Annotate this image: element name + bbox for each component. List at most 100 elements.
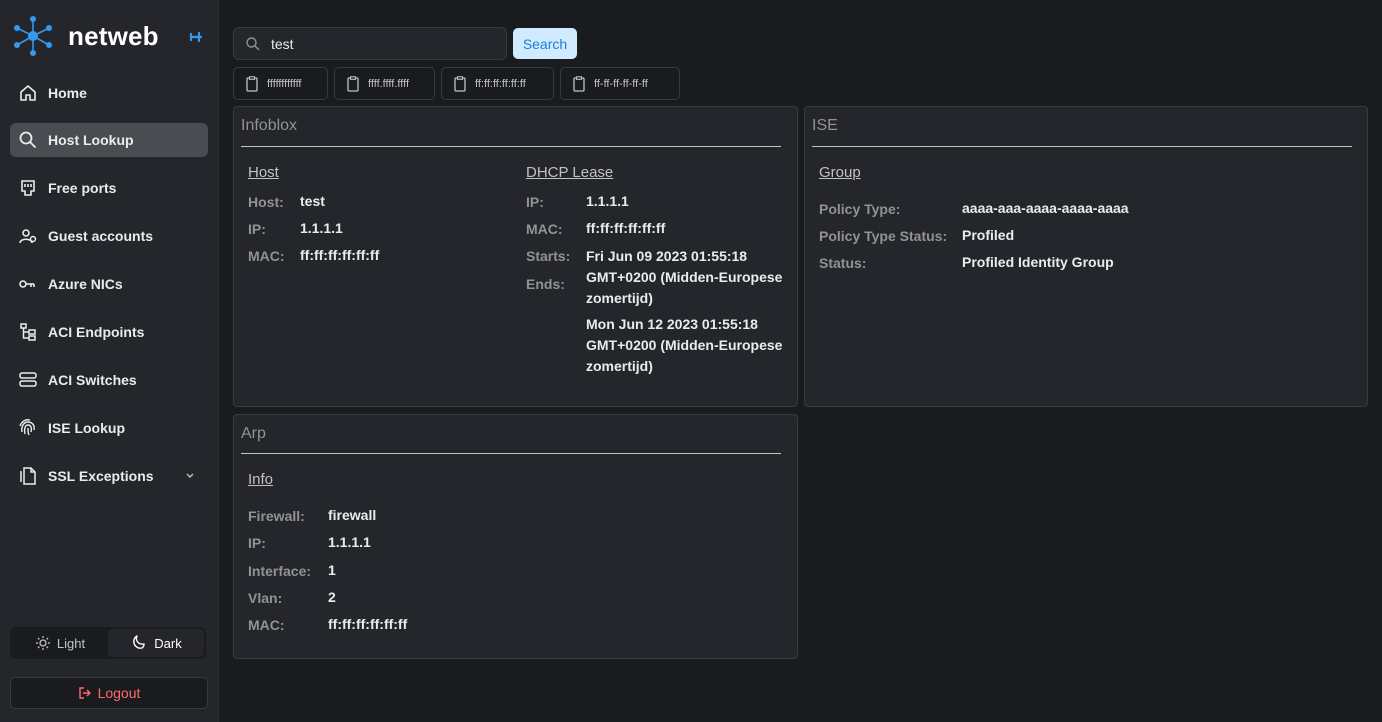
chip-label: ffff.ffff.ffff bbox=[368, 77, 409, 90]
section-title-info: Info bbox=[248, 471, 274, 488]
clipboard-icon bbox=[246, 75, 258, 92]
section-title-host: Host bbox=[248, 164, 279, 181]
host-value: test bbox=[300, 193, 325, 209]
arp-ip-value: 1.1.1.1 bbox=[328, 534, 371, 550]
chip-label: ffffffffffff bbox=[267, 77, 302, 90]
ise-card: ISE Group Policy Type: aaaa-aaa-aaaa-aaa… bbox=[804, 106, 1368, 407]
section-title-dhcp-lease: DHCP Lease bbox=[526, 164, 614, 181]
host-label: Host: bbox=[248, 194, 284, 210]
policy-status-value: Profiled bbox=[962, 227, 1015, 243]
theme-dark-label: Dark bbox=[154, 635, 182, 651]
copy-format-chip[interactable]: ffff.ffff.ffff bbox=[334, 67, 435, 100]
section-title-group: Group bbox=[819, 164, 861, 181]
logout-label: Logout bbox=[97, 685, 141, 701]
nav-label: Guest accounts bbox=[48, 228, 154, 244]
users-icon bbox=[17, 225, 39, 247]
vlan-value: 2 bbox=[328, 589, 336, 605]
firewall-label: Firewall: bbox=[248, 508, 305, 524]
clipboard-icon bbox=[454, 75, 466, 92]
nav-label: SSL Exceptions bbox=[48, 468, 154, 484]
nav-item-ssl-exceptions[interactable]: SSL Exceptions bbox=[10, 459, 208, 493]
server-icon bbox=[17, 369, 39, 391]
dhcp-ends-label: Ends: bbox=[526, 276, 565, 292]
card-title: Infoblox bbox=[241, 117, 298, 134]
copy-format-chip[interactable]: ffffffffffff bbox=[233, 67, 328, 100]
search-icon bbox=[17, 129, 39, 151]
search-button[interactable]: Search bbox=[513, 28, 577, 59]
chevron-down-icon[interactable] bbox=[184, 468, 196, 484]
arp-mac-label: MAC: bbox=[248, 617, 285, 633]
hierarchy-icon bbox=[17, 321, 39, 343]
nav-item-home[interactable]: Home bbox=[10, 76, 208, 110]
mac-value: ff:ff:ff:ff:ff:ff bbox=[300, 247, 380, 263]
copy-format-chip[interactable]: ff-ff-ff-ff-ff-ff bbox=[560, 67, 680, 100]
arp-mac-value: ff:ff:ff:ff:ff:ff bbox=[328, 616, 408, 632]
moon-icon bbox=[133, 635, 145, 649]
divider bbox=[241, 146, 781, 147]
dhcp-ip-label: IP: bbox=[526, 194, 544, 210]
logo[interactable]: netweb bbox=[12, 15, 159, 57]
policy-status-label: Policy Type Status: bbox=[819, 228, 948, 244]
nav-item-free-ports[interactable]: Free ports bbox=[10, 171, 208, 205]
nav-item-ise-lookup[interactable]: ISE Lookup bbox=[10, 411, 208, 445]
clipboard-icon bbox=[347, 75, 359, 92]
dhcp-mac-label: MAC: bbox=[526, 221, 563, 237]
logout-icon bbox=[78, 687, 91, 699]
document-icon bbox=[17, 465, 39, 487]
search-input[interactable] bbox=[271, 35, 491, 52]
clipboard-icon bbox=[573, 75, 585, 92]
policy-type-label: Policy Type: bbox=[819, 201, 901, 217]
dhcp-starts-label: Starts: bbox=[526, 248, 571, 264]
chip-label: ff:ff:ff:ff:ff:ff bbox=[475, 77, 526, 90]
sun-icon bbox=[35, 636, 50, 650]
home-icon bbox=[17, 82, 39, 104]
card-title: Arp bbox=[241, 425, 266, 442]
status-value: Profiled Identity Group bbox=[962, 254, 1114, 270]
nav-label: Home bbox=[48, 85, 87, 101]
divider bbox=[812, 146, 1352, 147]
theme-light-button[interactable]: Light bbox=[12, 629, 108, 657]
policy-type-value: aaaa-aaa-aaaa-aaaa-aaaa bbox=[962, 200, 1129, 216]
arp-ip-label: IP: bbox=[248, 535, 266, 551]
nav-label: Azure NICs bbox=[48, 276, 123, 292]
chip-label: ff-ff-ff-ff-ff-ff bbox=[594, 77, 648, 90]
theme-light-label: Light bbox=[56, 635, 86, 651]
nav-label: Host Lookup bbox=[48, 132, 134, 148]
infoblox-card: Infoblox Host Host: test IP: 1.1.1.1 MAC… bbox=[233, 106, 798, 407]
nav-item-azure-nics[interactable]: Azure NICs bbox=[10, 267, 208, 301]
divider bbox=[241, 453, 781, 454]
vlan-label: Vlan: bbox=[248, 590, 283, 606]
arp-card: Arp Info Firewall: firewall IP: 1.1.1.1 … bbox=[233, 414, 798, 659]
ip-label: IP: bbox=[248, 221, 266, 237]
mac-label: MAC: bbox=[248, 248, 285, 264]
port-icon bbox=[17, 177, 39, 199]
copy-format-chip[interactable]: ff:ff:ff:ff:ff:ff bbox=[441, 67, 554, 100]
nav-label: Free ports bbox=[48, 180, 117, 196]
app-name: netweb bbox=[68, 20, 159, 51]
fingerprint-icon bbox=[17, 417, 39, 439]
ip-value: 1.1.1.1 bbox=[300, 220, 343, 236]
nav-item-host-lookup[interactable]: Host Lookup bbox=[10, 123, 208, 157]
nav-item-aci-endpoints[interactable]: ACI Endpoints bbox=[10, 315, 208, 349]
search-field[interactable] bbox=[233, 27, 507, 60]
nav-label: ISE Lookup bbox=[48, 420, 125, 436]
network-logo-icon bbox=[14, 16, 52, 56]
nav-label: ACI Endpoints bbox=[48, 324, 145, 340]
interface-label: Interface: bbox=[248, 563, 312, 579]
dhcp-ip-value: 1.1.1.1 bbox=[586, 193, 629, 209]
card-title: ISE bbox=[812, 117, 838, 134]
dhcp-starts-value: Fri Jun 09 2023 01:55:18 GMT+0200 (Midde… bbox=[586, 248, 783, 306]
nav-label: ACI Switches bbox=[48, 372, 137, 388]
nic-icon bbox=[17, 273, 39, 295]
interface-value: 1 bbox=[328, 562, 336, 578]
logout-button[interactable]: Logout bbox=[10, 677, 208, 709]
sidebar: netweb Home Host Lookup Free ports Guest… bbox=[0, 0, 219, 722]
nav-item-guest-accounts[interactable]: Guest accounts bbox=[10, 219, 208, 253]
pin-icon[interactable] bbox=[187, 28, 205, 46]
status-label: Status: bbox=[819, 255, 867, 271]
theme-dark-button[interactable]: Dark bbox=[108, 629, 204, 657]
nav-item-aci-switches[interactable]: ACI Switches bbox=[10, 363, 208, 397]
search-icon bbox=[246, 36, 260, 50]
theme-toggle: Light Dark bbox=[10, 627, 206, 659]
dhcp-ends-value: Mon Jun 12 2023 01:55:18 GMT+0200 (Midde… bbox=[586, 316, 783, 374]
